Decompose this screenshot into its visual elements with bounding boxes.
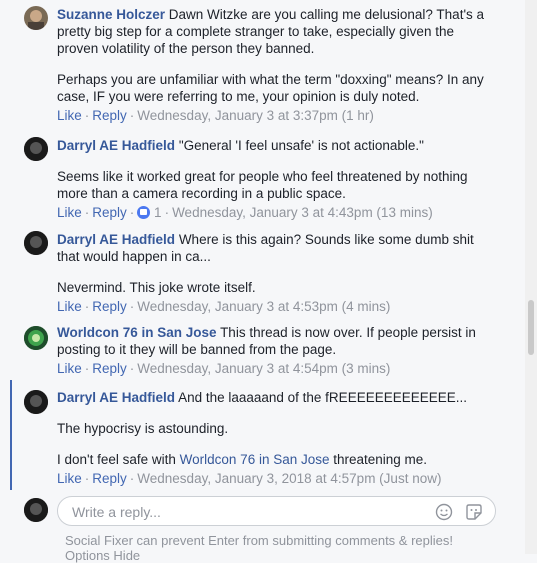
like-link[interactable]: Like <box>57 361 82 376</box>
avatar[interactable] <box>24 6 48 30</box>
comment-author[interactable]: Darryl AE Hadfield <box>57 390 175 405</box>
reply-link[interactable]: Reply <box>92 361 127 376</box>
comment-author[interactable]: Suzanne Holczer <box>57 7 165 22</box>
comment-meta: Like · Reply · 1 · Wednesday, January 3 at 4:… <box>57 205 433 220</box>
reply-link[interactable]: Reply <box>92 205 127 220</box>
comment-author[interactable]: Darryl AE Hadfield <box>57 232 175 247</box>
comment-author[interactable]: Darryl AE Hadfield <box>57 138 175 153</box>
comment-text: Perhaps you are unfamiliar with what the… <box>57 72 484 104</box>
comment-meta: Like · Reply · Wednesday, January 3 at 3:37p… <box>57 108 374 123</box>
sticker-icon[interactable] <box>465 503 483 521</box>
notice-options[interactable]: Options Hide <box>65 548 453 563</box>
like-count[interactable]: 1 <box>154 205 162 220</box>
like-link[interactable]: Like <box>57 205 82 220</box>
new-comment-highlight <box>10 380 12 490</box>
reply-link[interactable]: Reply <box>92 299 127 314</box>
timestamp[interactable]: Wednesday, January 3 at 3:37pm (1 hr) <box>137 108 374 123</box>
comment-text-part: threatening me. <box>329 452 428 467</box>
like-link[interactable]: Like <box>57 299 82 314</box>
comment-text: Seems like it worked great for people wh… <box>57 169 468 201</box>
comment-author[interactable]: Worldcon 76 in San Jose <box>57 325 217 340</box>
mention-link[interactable]: Worldcon 76 in San Jose <box>180 452 330 467</box>
reply-input-box[interactable] <box>57 496 496 526</box>
like-link[interactable]: Like <box>57 108 82 123</box>
avatar[interactable] <box>24 326 48 350</box>
reply-link[interactable]: Reply <box>92 471 127 486</box>
avatar[interactable] <box>24 390 48 414</box>
scrollbar[interactable] <box>525 0 537 554</box>
comment-meta: Like · Reply · Wednesday, January 3, 2018 at… <box>57 471 442 486</box>
reply-link[interactable]: Reply <box>92 108 127 123</box>
comment-text: Nevermind. This joke wrote itself. <box>57 280 256 295</box>
timestamp[interactable]: Wednesday, January 3 at 4:53pm (4 mins) <box>137 299 390 314</box>
smiley-icon[interactable] <box>435 503 453 521</box>
comment-text: The hypocrisy is astounding. <box>57 421 229 436</box>
avatar[interactable] <box>24 231 48 255</box>
avatar <box>24 498 48 522</box>
comment-text: And the laaaaand of the fREEEEEEEEEEEEE.… <box>178 390 467 405</box>
comment-meta: Like · Reply · Wednesday, January 3 at 4:53p… <box>57 299 391 314</box>
reply-composer <box>0 490 537 530</box>
like-link[interactable]: Like <box>57 471 82 486</box>
comment-meta: Like · Reply · Wednesday, January 3 at 4:54p… <box>57 361 391 376</box>
avatar[interactable] <box>24 137 48 161</box>
reply-input[interactable] <box>70 503 414 521</box>
timestamp[interactable]: Wednesday, January 3 at 4:54pm (3 mins) <box>137 361 390 376</box>
comment-text: I don't feel safe with Worldcon 76 in Sa… <box>57 451 487 468</box>
scrollbar-thumb[interactable] <box>528 300 534 355</box>
like-count-icon[interactable] <box>137 206 151 219</box>
comment-text: "General 'I feel unsafe' is not actionab… <box>178 138 424 153</box>
timestamp[interactable]: Wednesday, January 3, 2018 at 4:57pm (Ju… <box>137 471 441 486</box>
notice-text: Social Fixer can prevent Enter from subm… <box>65 533 453 548</box>
social-fixer-notice: Social Fixer can prevent Enter from subm… <box>65 533 453 563</box>
timestamp[interactable]: Wednesday, January 3 at 4:43pm (13 mins) <box>172 205 433 220</box>
comment-text-part: I don't feel safe with <box>57 452 180 467</box>
